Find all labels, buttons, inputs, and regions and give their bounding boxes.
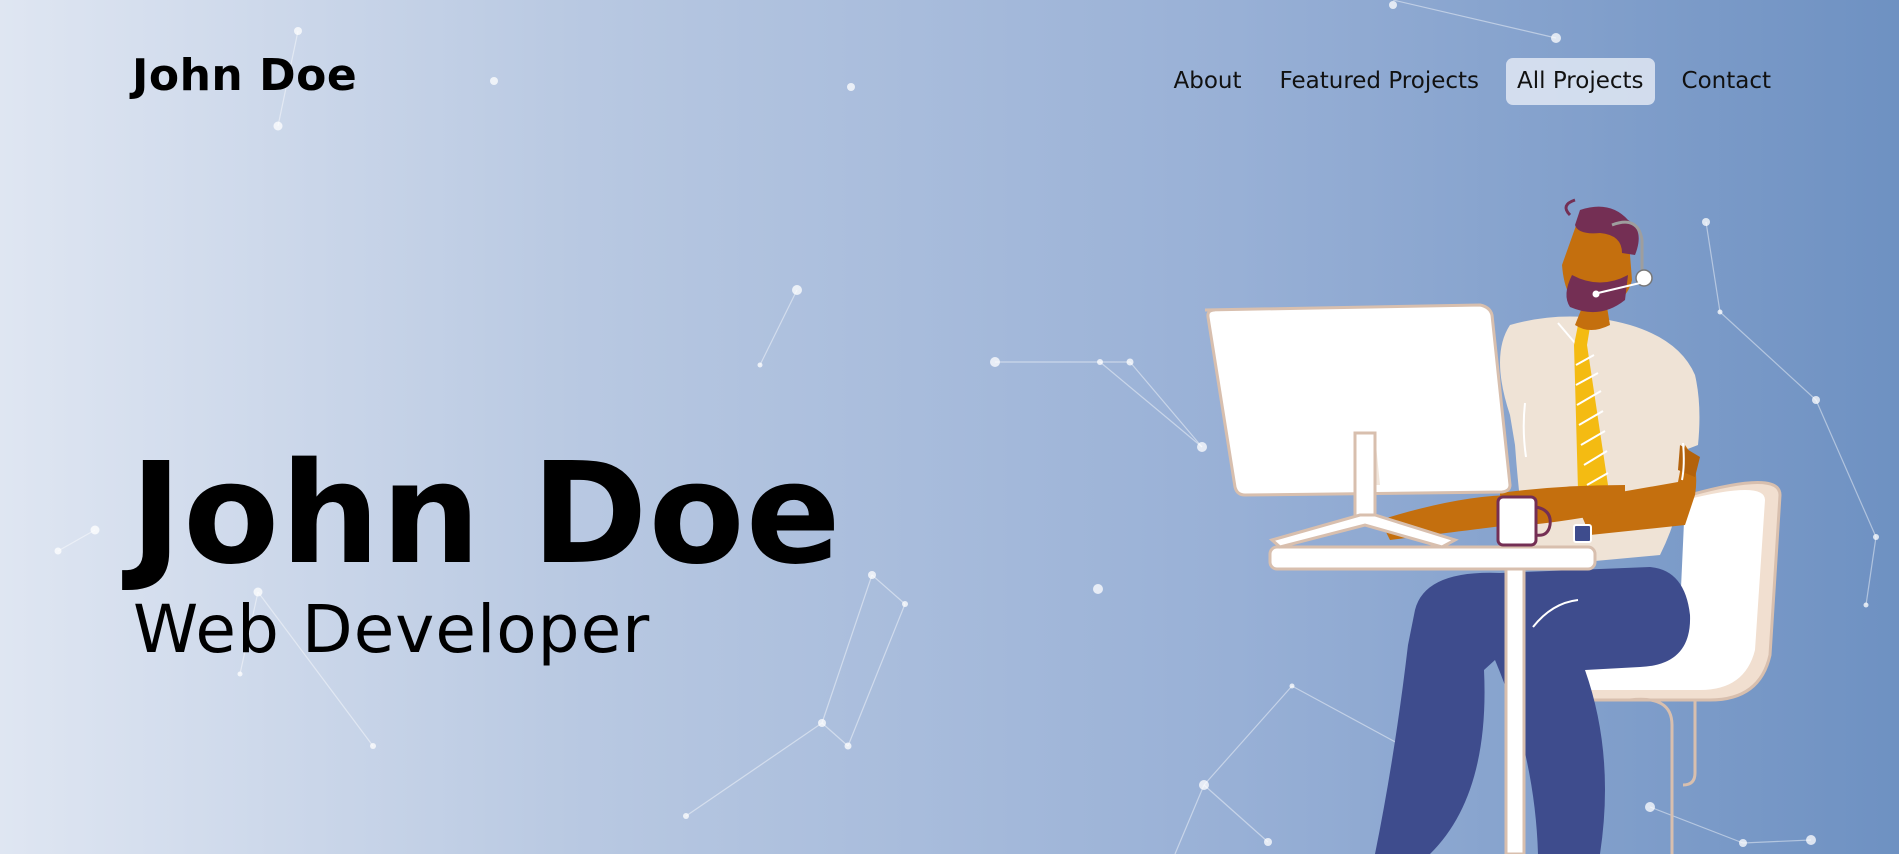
pants <box>1375 567 1691 854</box>
nav-contact[interactable]: Contact <box>1671 58 1782 105</box>
phone <box>1573 524 1592 543</box>
nav-featured-projects[interactable]: Featured Projects <box>1269 58 1491 105</box>
nav-about[interactable]: About <box>1163 58 1253 105</box>
head <box>1562 198 1653 330</box>
nav-all-projects[interactable]: All Projects <box>1506 58 1655 105</box>
main-nav: About Featured Projects All Projects Con… <box>1163 58 1783 105</box>
hero-title: John Doe <box>130 433 842 596</box>
brand-logo[interactable]: John Doe <box>132 54 357 98</box>
developer-at-desk-illustration <box>1204 198 1782 854</box>
hero-subtitle: Web Developer <box>133 591 651 668</box>
